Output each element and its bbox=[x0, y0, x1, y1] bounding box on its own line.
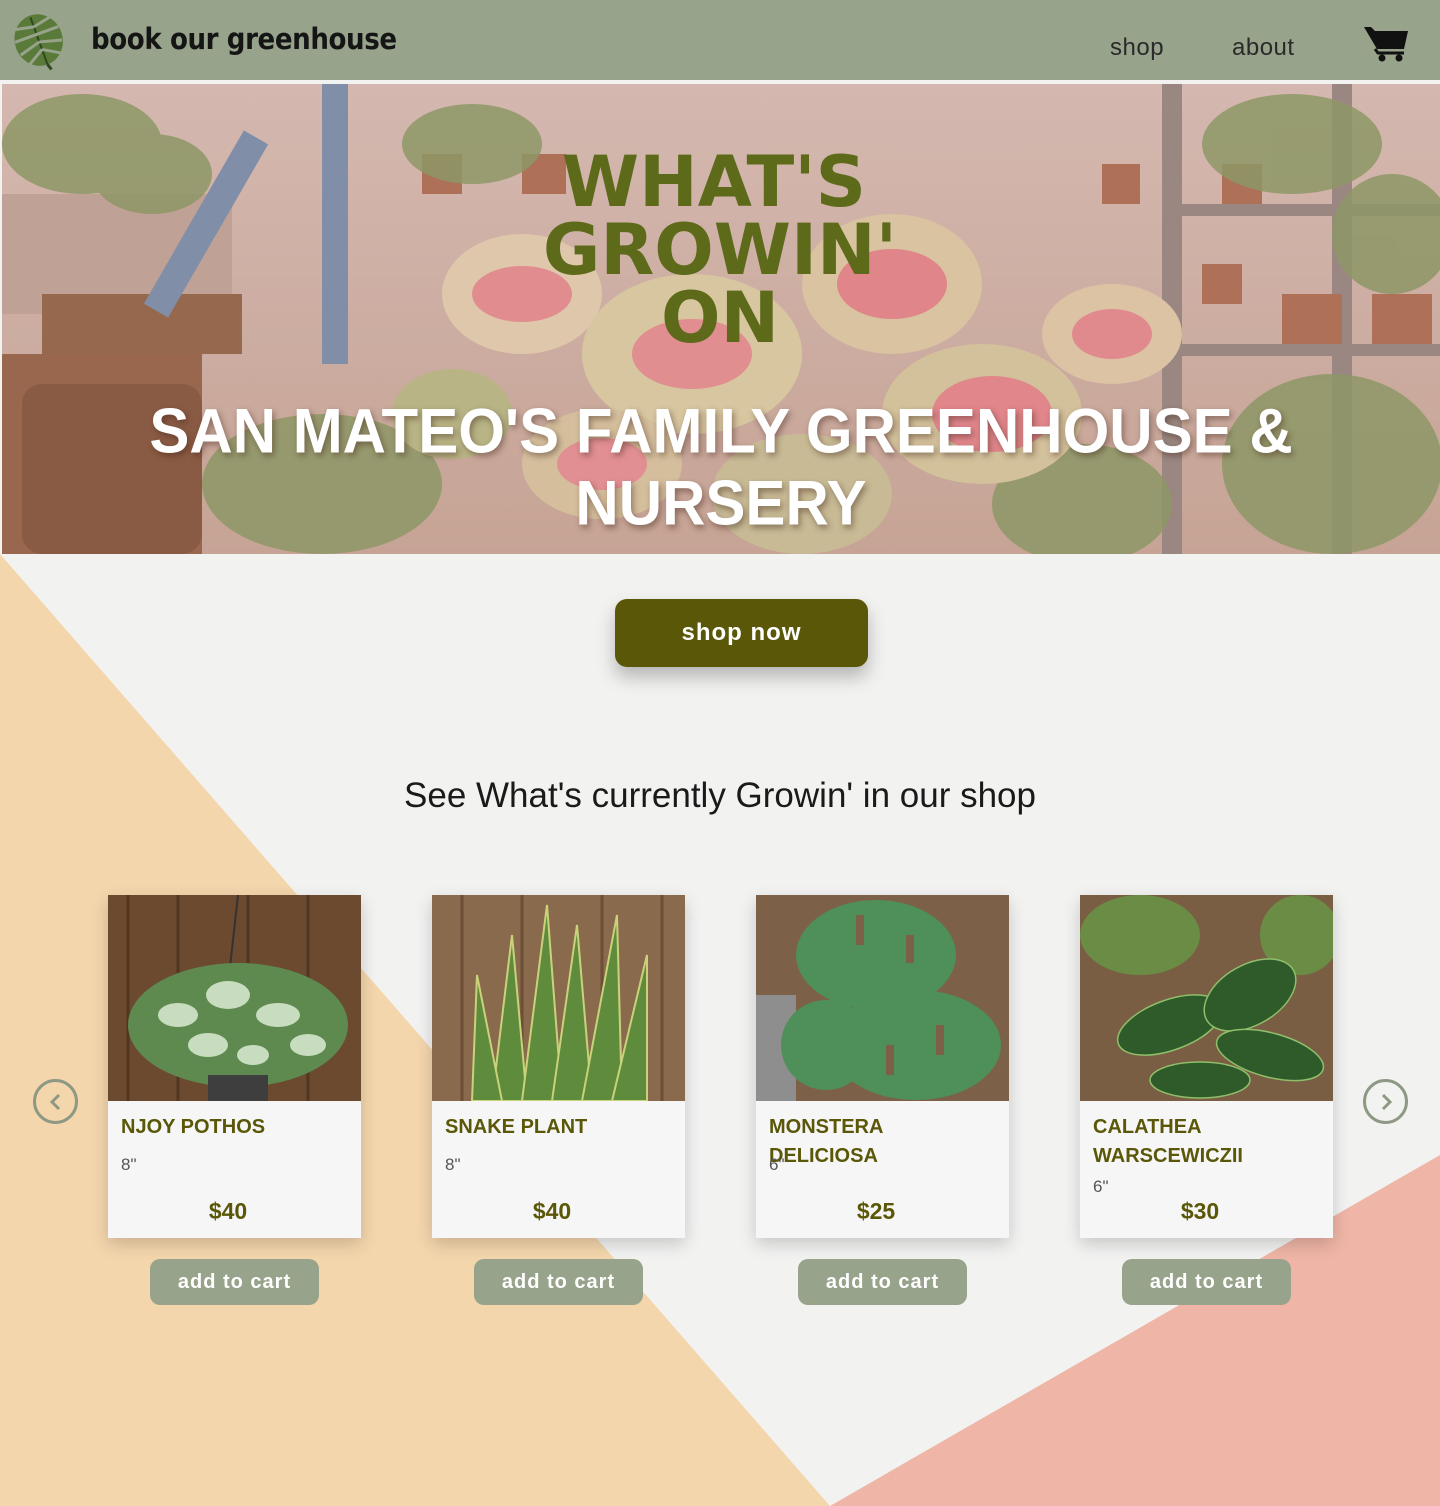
cart-icon[interactable] bbox=[1362, 23, 1410, 63]
section-heading: See What's currently Growin' in our shop bbox=[404, 776, 1036, 815]
add-to-cart-button[interactable]: add to cart bbox=[474, 1259, 643, 1305]
product-size: 6" bbox=[769, 1155, 785, 1174]
product-name: NJOY POTHOS bbox=[121, 1116, 266, 1138]
product-size: 6" bbox=[1093, 1177, 1109, 1196]
product-price: $40 bbox=[532, 1198, 572, 1224]
product-card[interactable]: CALATHEA WARSCEWICZII 6" $30 bbox=[1080, 895, 1333, 1238]
product-image-calathea bbox=[1080, 895, 1333, 1101]
product-size: 8" bbox=[121, 1155, 137, 1174]
hero-logo-line3: ON bbox=[661, 277, 779, 359]
add-to-cart-button[interactable]: add to cart bbox=[150, 1259, 319, 1305]
hero-banner: WHAT'S GROWIN' ON SAN MATEO'S FAMILY GRE… bbox=[2, 84, 1440, 554]
product-image-pothos bbox=[108, 895, 361, 1101]
add-to-cart-button[interactable]: add to cart bbox=[1122, 1259, 1291, 1305]
product-price: $40 bbox=[208, 1198, 248, 1224]
product-name: CALATHEA WARSCEWICZII bbox=[1093, 1116, 1243, 1167]
product-price: $30 bbox=[1180, 1198, 1220, 1224]
carousel-prev-button[interactable] bbox=[33, 1079, 78, 1124]
chevron-left-icon bbox=[49, 1093, 60, 1110]
add-to-cart-button[interactable]: add to cart bbox=[798, 1259, 967, 1305]
brand-title[interactable]: book our greenhouse bbox=[91, 22, 397, 56]
product-name: MONSTERA DELICIOSA bbox=[769, 1116, 883, 1167]
carousel-next-button[interactable] bbox=[1363, 1079, 1408, 1124]
product-image-monstera bbox=[756, 895, 1009, 1101]
top-nav-bar: book our greenhouse shop about bbox=[0, 0, 1440, 80]
product-size: 8" bbox=[445, 1155, 461, 1174]
monstera-leaf-icon[interactable] bbox=[10, 10, 68, 72]
shop-now-button[interactable]: shop now bbox=[615, 599, 868, 667]
chevron-right-icon bbox=[1381, 1093, 1392, 1110]
product-card[interactable]: MONSTERA DELICIOSA 6" $25 bbox=[756, 895, 1009, 1238]
product-price: $25 bbox=[856, 1198, 896, 1224]
nav-link-about[interactable]: about bbox=[1232, 34, 1295, 62]
hero-title: SAN MATEO'S FAMILY GREENHOUSE & NURSERY bbox=[149, 395, 1293, 539]
product-card[interactable]: SNAKE PLANT 8" $40 bbox=[432, 895, 685, 1238]
product-card[interactable]: NJOY POTHOS 8" $40 bbox=[108, 895, 361, 1238]
product-image-snake-plant bbox=[432, 895, 685, 1101]
product-name: SNAKE PLANT bbox=[445, 1116, 588, 1138]
nav-link-shop[interactable]: shop bbox=[1110, 34, 1164, 62]
